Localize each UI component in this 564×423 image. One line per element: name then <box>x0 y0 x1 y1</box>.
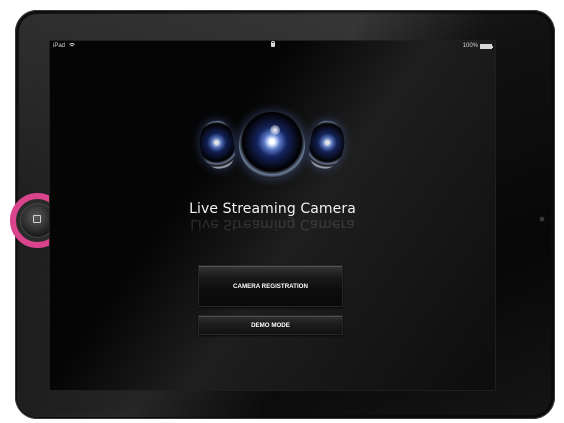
camera-lens-icon <box>306 118 348 172</box>
wifi-icon <box>68 43 75 49</box>
camera-lens-icon <box>239 112 305 178</box>
demo-mode-button[interactable]: DEMO MODE <box>198 315 343 335</box>
camera-registration-button[interactable]: CAMERA REGISTRATION <box>198 265 343 307</box>
status-left: iPad <box>53 41 75 51</box>
camera-lens-icon <box>196 118 238 172</box>
status-right: 100% <box>462 41 493 51</box>
camera-logo <box>196 109 348 187</box>
lock-icon <box>270 41 275 47</box>
battery-icon <box>480 43 493 49</box>
app-title-reflection: Live Streaming Camera <box>190 216 355 232</box>
app-title: Live Streaming Camera <box>189 201 356 217</box>
battery-text: 100% <box>462 43 478 49</box>
home-button-icon <box>33 215 41 223</box>
front-camera-icon <box>540 217 544 221</box>
device-label: iPad <box>53 43 66 49</box>
status-bar: iPad 100% <box>50 41 495 51</box>
ipad-screenshot-page: iPad 100% Live Streaming Camera Live Str… <box>0 0 564 423</box>
lens-shine <box>270 124 281 135</box>
app-screen: iPad 100% Live Streaming Camera Live Str… <box>49 40 496 391</box>
